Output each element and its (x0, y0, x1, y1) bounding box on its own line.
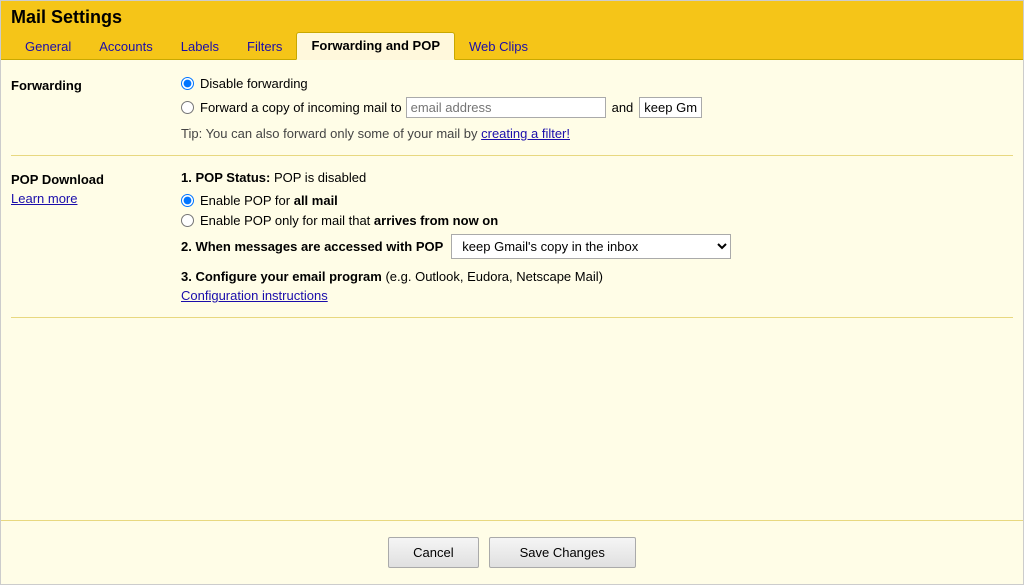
learn-more-link[interactable]: Learn more (11, 191, 181, 206)
save-changes-button[interactable]: Save Changes (489, 537, 636, 568)
tab-labels[interactable]: Labels (167, 34, 233, 59)
disable-forwarding-row: Disable forwarding (181, 76, 1013, 91)
configuration-instructions-link[interactable]: Configuration instructions (181, 288, 328, 303)
configure-label: 3. Configure your email program (e.g. Ou… (181, 269, 1013, 284)
configure-title: 3. Configure your email program (181, 269, 382, 284)
keep-gmail-option: keep Gm (639, 97, 702, 118)
when-messages-row: 2. When messages are accessed with POP k… (181, 234, 1013, 259)
forwarding-label: Forwarding (11, 76, 181, 141)
tab-accounts[interactable]: Accounts (85, 34, 166, 59)
forwarding-tip: Tip: You can also forward only some of y… (181, 126, 1013, 141)
pop-enable-all-radio[interactable] (181, 194, 194, 207)
pop-enable-now-row: Enable POP only for mail that arrives fr… (181, 213, 1013, 228)
pop-content: 1. POP Status: POP is disabled Enable PO… (181, 170, 1013, 303)
tip-static-text: Tip: You can also forward only some of y… (181, 126, 478, 141)
tab-webclips[interactable]: Web Clips (455, 34, 542, 59)
tab-general[interactable]: General (11, 34, 85, 59)
pop-enable-now-radio[interactable] (181, 214, 194, 227)
footer: Cancel Save Changes (1, 520, 1023, 584)
when-messages-label: 2. When messages are accessed with POP (181, 239, 443, 254)
tab-filters[interactable]: Filters (233, 34, 296, 59)
creating-filter-link[interactable]: creating a filter! (481, 126, 570, 141)
pop-enable-all-row: Enable POP for all mail (181, 193, 1013, 208)
main-content: Forwarding Disable forwarding Forward a … (1, 60, 1023, 520)
pop-now-bold: arrives from now on (374, 213, 498, 228)
pop-all-bold: all mail (294, 193, 338, 208)
and-text: and (612, 100, 634, 115)
tab-bar: General Accounts Labels Filters Forwardi… (11, 32, 1013, 59)
pop-enable-all-label: Enable POP for (200, 193, 290, 208)
pop-enable-now-label: Enable POP only for mail that (200, 213, 370, 228)
forward-copy-row: Forward a copy of incoming mail to and k… (181, 97, 1013, 118)
pop-section-label: POP Download Learn more (11, 170, 181, 303)
cancel-button[interactable]: Cancel (388, 537, 478, 568)
pop-status-value: POP is disabled (274, 170, 366, 185)
email-address-input[interactable] (406, 97, 606, 118)
forward-copy-label: Forward a copy of incoming mail to (200, 100, 402, 115)
forwarding-content: Disable forwarding Forward a copy of inc… (181, 76, 1013, 141)
tab-forwarding[interactable]: Forwarding and POP (296, 32, 455, 60)
page-title: Mail Settings (11, 7, 1013, 28)
keep-gmail-select[interactable]: keep Gmail's copy in the inbox mark Gmai… (451, 234, 731, 259)
forwarding-section: Forwarding Disable forwarding Forward a … (11, 76, 1013, 156)
disable-forwarding-label: Disable forwarding (200, 76, 308, 91)
pop-section: POP Download Learn more 1. POP Status: P… (11, 170, 1013, 318)
disable-forwarding-radio[interactable] (181, 77, 194, 90)
configure-examples: (e.g. Outlook, Eudora, Netscape Mail) (385, 269, 603, 284)
page-header: Mail Settings General Accounts Labels Fi… (1, 1, 1023, 60)
forward-copy-radio[interactable] (181, 101, 194, 114)
configure-section: 3. Configure your email program (e.g. Ou… (181, 269, 1013, 303)
pop-status-row: 1. POP Status: POP is disabled (181, 170, 1013, 185)
pop-status-label: 1. POP Status: (181, 170, 270, 185)
